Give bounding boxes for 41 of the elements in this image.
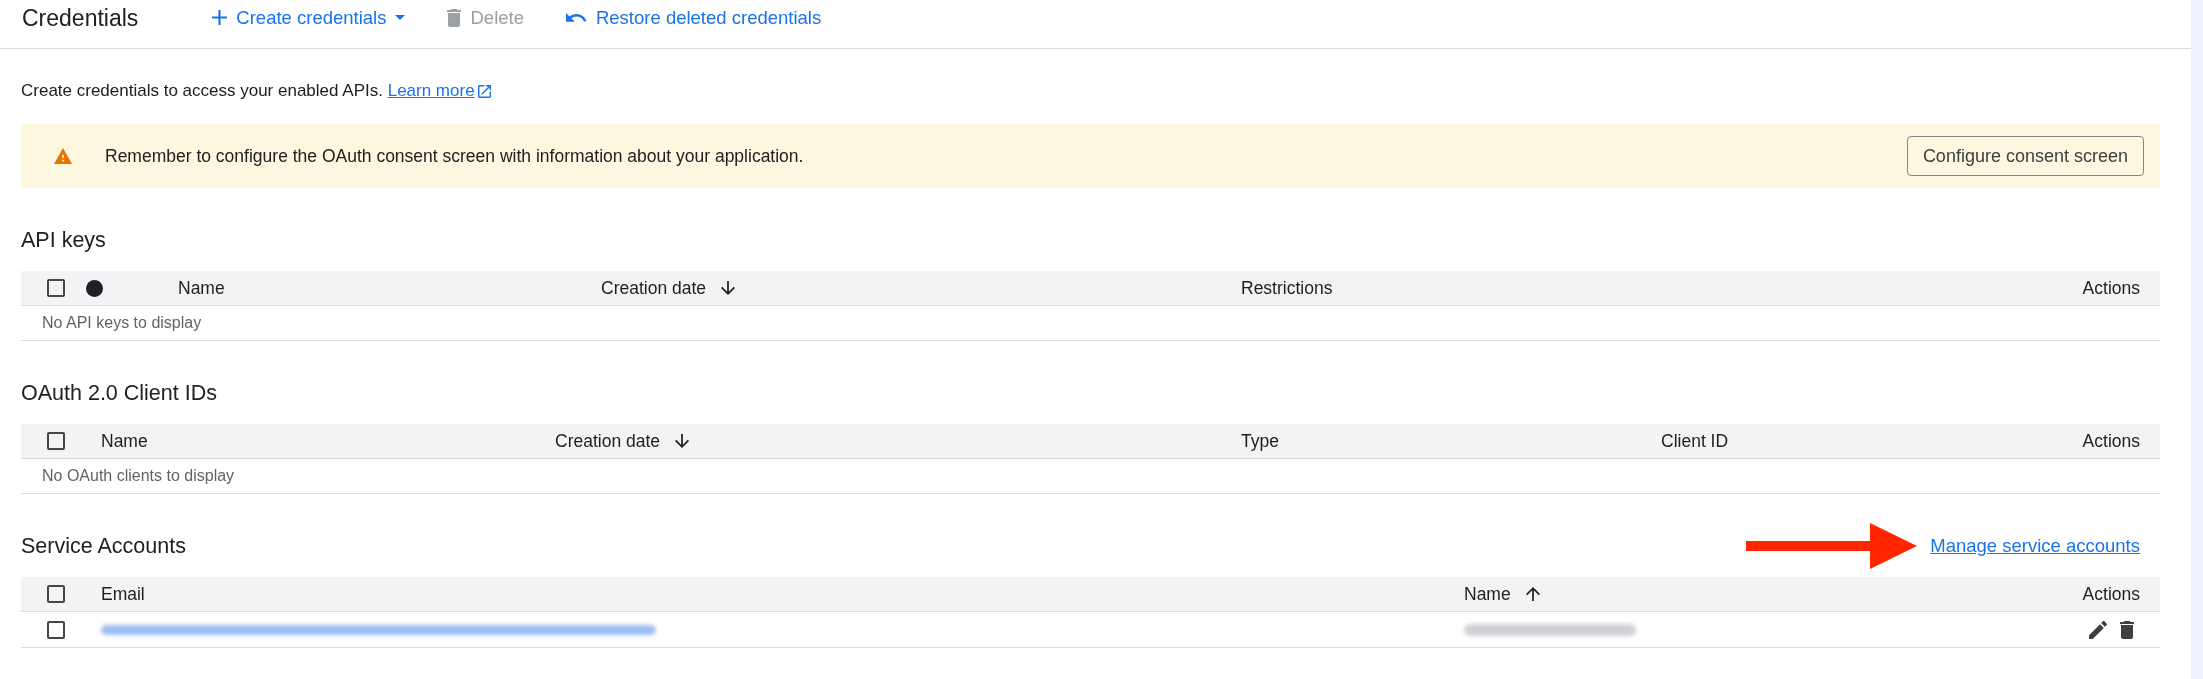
trash-icon	[447, 8, 462, 27]
column-header[interactable]: Creation date	[555, 430, 661, 452]
column-header: Actions	[2082, 430, 2140, 452]
section-title: OAuth 2.0 Client IDs	[21, 380, 218, 407]
column-header[interactable]: Client ID	[1661, 430, 1729, 452]
section-title: Service Accounts	[21, 533, 187, 560]
column-header[interactable]: Name	[178, 277, 225, 299]
restore-button[interactable]: Restore deleted credentials	[559, 2, 828, 33]
column-header[interactable]: Name	[101, 430, 148, 452]
column-header: Actions	[2082, 277, 2140, 299]
column-header: Actions	[2082, 583, 2140, 605]
column-header[interactable]: Email	[101, 583, 145, 605]
dot-icon	[86, 279, 103, 297]
up-arrow-icon[interactable]	[1525, 587, 1540, 601]
trash-icon[interactable]	[2120, 620, 2134, 639]
section-title: API keys	[21, 227, 107, 254]
caret-icon	[395, 15, 406, 20]
column-header[interactable]: Creation date	[601, 277, 707, 299]
configure-button[interactable]: Configure consent screen	[1906, 136, 2144, 176]
empty-message: No API keys to display	[42, 314, 202, 332]
undo-arrow-icon	[565, 13, 587, 22]
external-link-icon	[477, 84, 491, 98]
checkbox[interactable]	[47, 432, 65, 450]
empty-message: No OAuth clients to display	[42, 467, 235, 485]
checkbox[interactable]	[47, 585, 65, 603]
pencil-icon[interactable]	[2089, 620, 2107, 639]
learn-more-link[interactable]: Learn more	[387, 79, 491, 103]
plus-icon	[212, 10, 228, 25]
manage-link[interactable]: Manage service accounts	[1930, 535, 2140, 557]
checkbox[interactable]	[47, 620, 65, 639]
down-arrow-icon[interactable]	[675, 434, 690, 448]
down-arrow-icon[interactable]	[721, 281, 736, 295]
column-header[interactable]: Type	[1241, 430, 1279, 452]
create-button[interactable]: Create credentials	[206, 2, 412, 33]
intro-text: Create credentials to access your enabled APIs. Learn more	[21, 79, 2160, 103]
warning-icon	[54, 148, 72, 164]
column-header[interactable]: Restrictions	[1241, 277, 1333, 299]
checkbox[interactable]	[47, 279, 65, 297]
page-title: Credentials	[22, 3, 139, 32]
column-header[interactable]: Name	[1464, 583, 1511, 605]
banner-message: Remember to configure the OAuth consent screen with information about your application.	[105, 145, 804, 168]
